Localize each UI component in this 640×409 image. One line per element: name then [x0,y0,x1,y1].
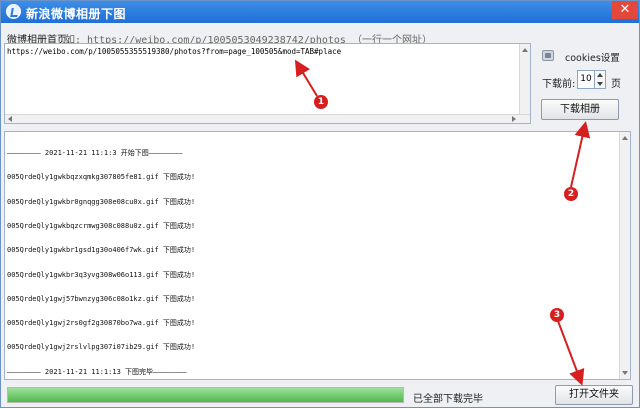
spin-up-icon[interactable] [597,73,603,77]
status-text: 已全部下载完毕 [413,394,483,405]
pages-input[interactable]: 10 [577,70,595,89]
log-vertical-scrollbar[interactable] [619,132,630,379]
url-text: https://weibo.com/p/1005055355519380/pho… [7,47,342,56]
log-lines: ———————— 2021-11-21 11:1:3 开始下图———————— … [7,133,195,392]
scroll-up-icon[interactable] [622,136,628,140]
scroll-up-icon[interactable] [522,48,528,52]
progress-bar [7,387,404,403]
open-folder-button[interactable]: 打开文件夹 [555,385,633,405]
scroll-down-icon[interactable] [622,371,628,375]
log-line: 005QrdeQly1gwkbr3q3yvg308w06o113.gif 下图成… [7,270,196,279]
cookie-settings-link[interactable]: cookies设置 [565,50,620,64]
app-icon [6,4,21,19]
download-album-button[interactable]: 下载相册 [541,99,619,120]
url-textarea[interactable]: https://weibo.com/p/1005055355519380/pho… [4,43,531,124]
log-line: ———————— 2021-11-21 11:1:13 下图完毕———————— [7,367,187,376]
log-line: 005QrdeQly1gwkbr1gsd1g30o406f7wk.gif 下图成… [7,246,196,255]
log-line: 005QrdeQly1gwj2rslvlpg307i07ib29.gif 下图成… [7,343,196,352]
log-line: 005QrdeQly1gwkbr0gnqgg308e08cu0x.gif 下图成… [7,197,196,206]
cookie-settings-icon[interactable] [542,50,554,61]
window-title: 新浪微博相册下图 [26,7,127,21]
annotation-marker-1: 1 [314,95,328,109]
progress-fill [8,388,403,402]
app-window: 新浪微博相册下图 ✕ 微博相册首页: 如: https://weibo.com/… [0,0,640,408]
pages-label: 下载前: [542,79,576,90]
log-line: ———————— 2021-11-21 11:1:3 开始下图———————— [7,149,183,158]
spin-down-icon[interactable] [597,82,603,86]
url-vertical-scrollbar[interactable] [519,44,530,123]
scroll-right-icon[interactable] [512,116,516,122]
url-horizontal-scrollbar[interactable] [5,114,530,123]
title-bar: 新浪微博相册下图 ✕ [1,1,639,23]
log-line: 005QrdeQly1gwj2rs0gf2g30870bo7wa.gif 下图成… [7,319,196,328]
close-button[interactable]: ✕ [612,1,638,19]
log-textarea[interactable]: ———————— 2021-11-21 11:1:3 开始下图———————— … [4,131,631,380]
log-line: 005QrdeQly1gwkbqzxqmkg307805fe81.gif 下图成… [7,173,196,182]
pages-spinner[interactable] [595,70,606,89]
annotation-marker-2: 2 [564,187,578,201]
log-line: 005QrdeQly1gwkbqzcrmwg308c088u0z.gif 下图成… [7,222,196,231]
pages-unit: 页 [611,79,621,90]
annotation-marker-3: 3 [550,308,564,322]
scroll-left-icon[interactable] [8,116,12,122]
log-line: 005QrdeQly1gwj57bwnzyg306c08o1kz.gif 下图成… [7,294,196,303]
